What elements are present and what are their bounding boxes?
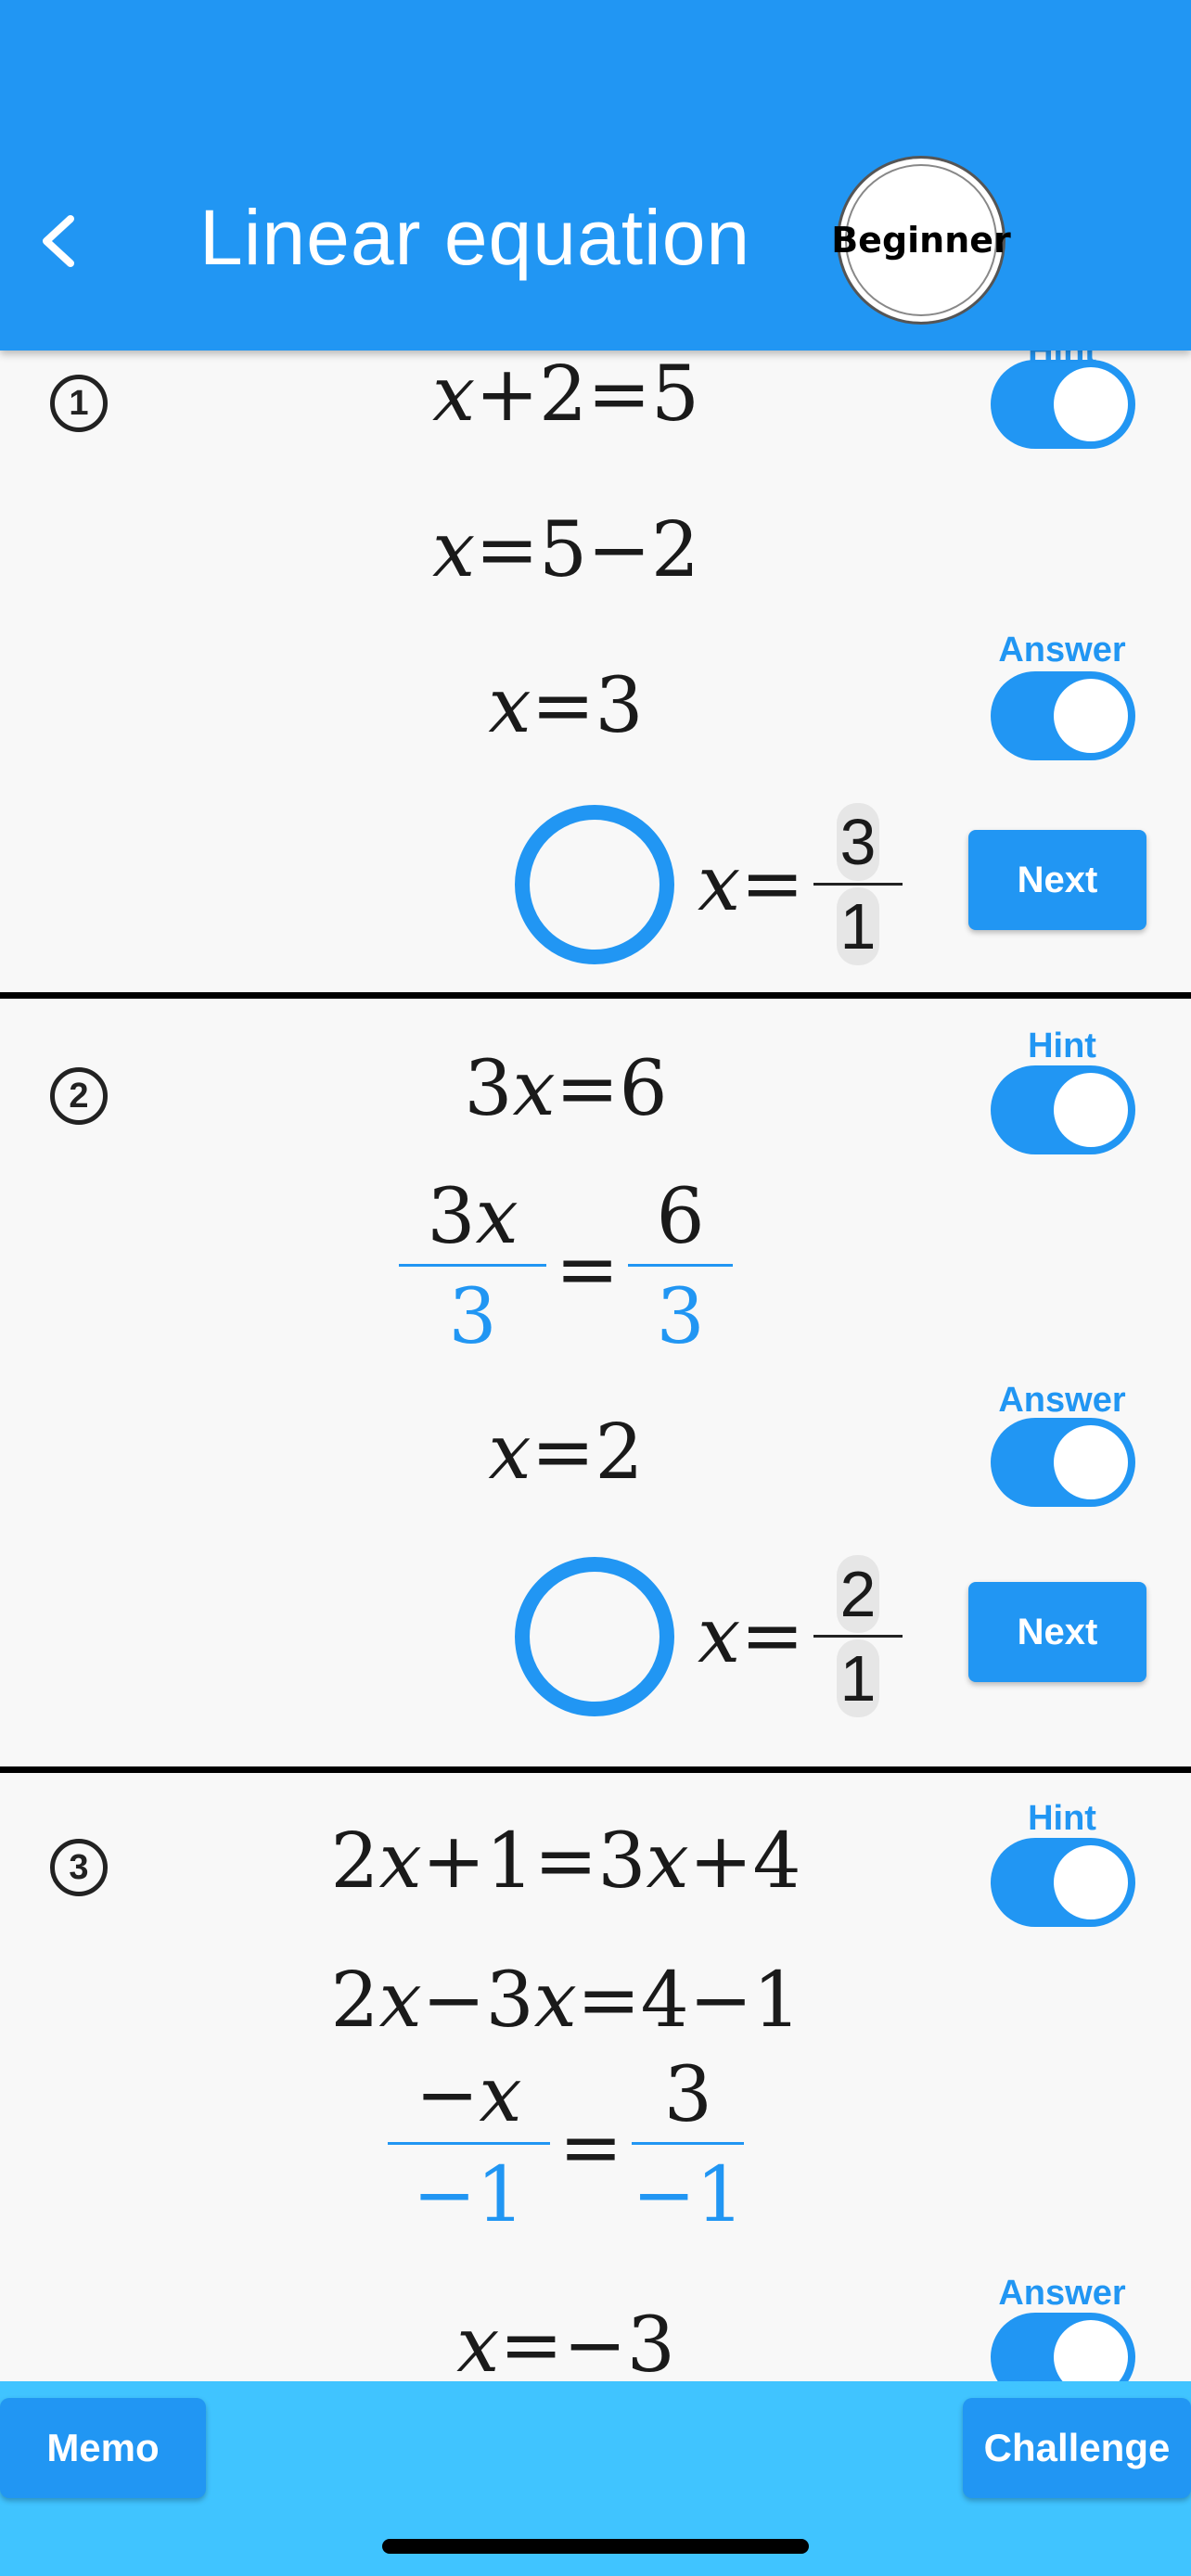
equation-line: 2x−3x=4−1: [330, 1957, 801, 2045]
level-badge: Beginner: [831, 156, 1011, 325]
problem-1: 1 Hint x+2=5 x=5−2 Answer x=3 x= 3 1 Nex…: [0, 351, 1191, 972]
fraction-denominator: 3: [656, 1273, 705, 1361]
app-header: Linear equation Beginner: [0, 0, 1191, 351]
answer-toggle[interactable]: [991, 2313, 1135, 2381]
answer-row: x= 3 1 Next: [0, 796, 1191, 972]
fraction-left: 3x 3: [399, 1171, 546, 1369]
answer-toggle[interactable]: [991, 671, 1135, 760]
answer-row: x= 2 1 Next: [0, 1548, 1191, 1724]
fraction-numerator: 3x: [427, 1173, 519, 1261]
equation-line: x=−3: [456, 2302, 675, 2381]
memo-button[interactable]: Memo: [0, 2398, 206, 2498]
equation-line: x+2=5: [431, 351, 700, 439]
hint-toggle[interactable]: [991, 1065, 1135, 1154]
next-button[interactable]: Next: [968, 830, 1146, 930]
hint-toggle[interactable]: [991, 1838, 1135, 1927]
section-divider: [0, 1766, 1191, 1773]
fraction-bar: [813, 882, 903, 886]
chevron-left-icon: [43, 215, 74, 267]
answer-lhs: x=: [698, 1591, 804, 1680]
answer-equation: x= 3 1: [698, 796, 903, 972]
toggle-knob: [1054, 679, 1128, 753]
answer-toggle[interactable]: [991, 1418, 1135, 1507]
problem-2: 2 Hint 3x=6 3x 3 = 6 3 Answer x=2 x= 2 1…: [0, 999, 1191, 1766]
fraction-numerator: 3: [663, 2051, 712, 2139]
problem-3: 3 Hint 2x+1=3x+4 2x−3x=4−1 −x −1 = 3 −1 …: [0, 1773, 1191, 2381]
back-button[interactable]: [28, 204, 93, 278]
answer-denominator[interactable]: 1: [836, 886, 880, 965]
answer-fraction: 2 1: [813, 1554, 903, 1717]
fraction-numerator: 6: [656, 1173, 705, 1261]
fraction-equation: 3x 3 = 6 3: [0, 1171, 1132, 1369]
toggle-knob: [1054, 1425, 1128, 1499]
equation-line: x=3: [488, 662, 644, 750]
equation-line: 2x+1=3x+4: [330, 1817, 801, 1906]
equals-sign: =: [558, 2104, 623, 2192]
toggle-knob: [1054, 367, 1128, 441]
fraction-bar: [813, 1634, 903, 1638]
answer-fraction: 3 1: [813, 802, 903, 965]
equation-line: x=5−2: [431, 506, 700, 594]
home-indicator[interactable]: [382, 2539, 809, 2554]
correct-circle-icon: [515, 805, 674, 964]
fraction-left: −x −1: [387, 2049, 550, 2247]
answer-equation: x= 2 1: [698, 1548, 903, 1724]
page-title: Linear equation: [199, 194, 751, 281]
fraction-right: 6 3: [628, 1171, 733, 1369]
answer-numerator[interactable]: 3: [836, 802, 880, 881]
level-label: Beginner: [831, 220, 1011, 261]
fraction-right: 3 −1: [632, 2049, 745, 2247]
toggle-knob: [1054, 1073, 1128, 1147]
problem-list[interactable]: 1 Hint x+2=5 x=5−2 Answer x=3 x= 3 1 Nex…: [0, 351, 1191, 2381]
hint-toggle[interactable]: [991, 360, 1135, 449]
equation-line: 3x=6: [464, 1045, 668, 1133]
fraction-denominator: −1: [412, 2151, 525, 2239]
fraction-equation: −x −1 = 3 −1: [0, 2049, 1132, 2247]
equation-line: x=2: [488, 1409, 644, 1497]
challenge-button[interactable]: Challenge: [963, 2398, 1191, 2498]
section-divider: [0, 992, 1191, 999]
answer-numerator[interactable]: 2: [836, 1554, 880, 1633]
fraction-denominator: 3: [448, 1273, 497, 1361]
answer-denominator[interactable]: 1: [836, 1639, 880, 1717]
fraction-numerator: −x: [415, 2051, 522, 2139]
toggle-knob: [1054, 2320, 1128, 2381]
next-button[interactable]: Next: [968, 1582, 1146, 1682]
answer-lhs: x=: [698, 839, 804, 928]
toggle-knob: [1054, 1845, 1128, 1919]
correct-circle-icon: [515, 1557, 674, 1716]
bottom-bar: Memo Challenge: [0, 2381, 1191, 2576]
equals-sign: =: [555, 1226, 620, 1314]
fraction-denominator: −1: [632, 2151, 745, 2239]
